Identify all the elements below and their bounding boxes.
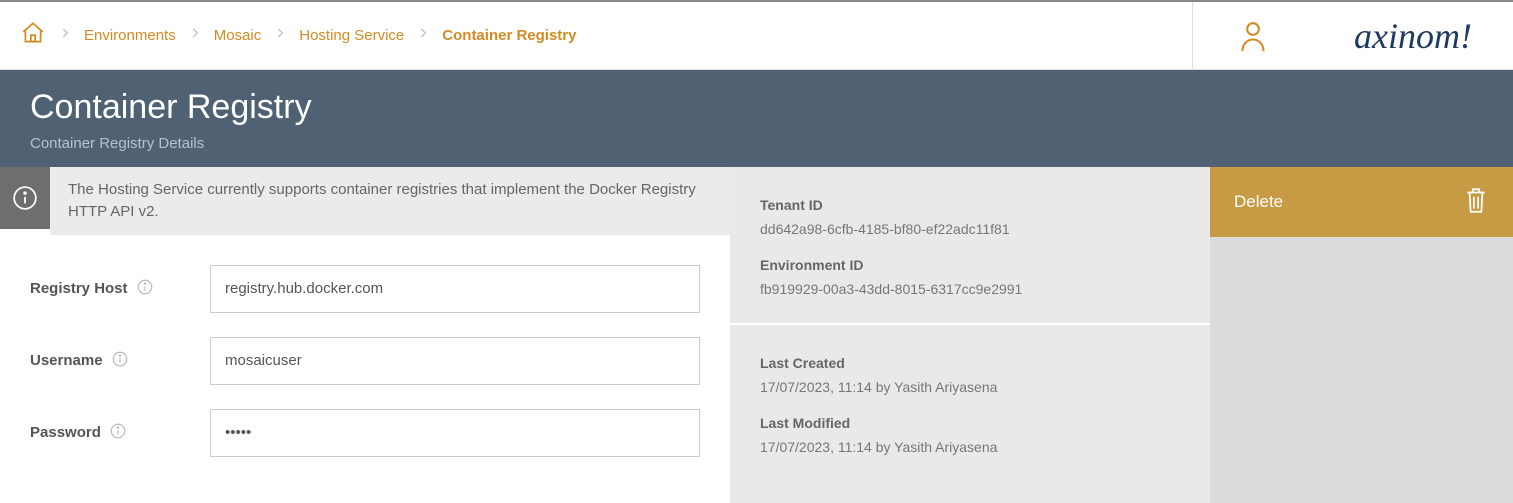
- form: Registry Host Username: [0, 235, 730, 481]
- breadcrumb-container-registry[interactable]: Container Registry: [442, 27, 576, 44]
- last-created-label: Last Created: [760, 355, 1180, 371]
- info-icon[interactable]: [109, 422, 127, 444]
- info-banner-text: The Hosting Service currently supports c…: [50, 167, 730, 235]
- info-icon[interactable]: [136, 278, 154, 300]
- row-username: Username: [30, 337, 700, 385]
- topbar-right: axinom!: [1192, 2, 1513, 69]
- last-modified-label: Last Modified: [760, 415, 1180, 431]
- trash-icon: [1463, 185, 1489, 220]
- info-icon: [0, 167, 50, 229]
- chevron-right-icon: [273, 26, 287, 45]
- chevron-right-icon: [188, 26, 202, 45]
- breadcrumb-mosaic[interactable]: Mosaic: [214, 27, 262, 44]
- environment-id-label: Environment ID: [760, 257, 1180, 273]
- username-input[interactable]: [210, 337, 700, 385]
- page-header: Container Registry Container Registry De…: [0, 70, 1513, 167]
- brand-text: axinom!: [1354, 15, 1472, 57]
- info-banner: The Hosting Service currently supports c…: [0, 167, 730, 235]
- registry-host-input[interactable]: [210, 265, 700, 313]
- delete-button[interactable]: Delete: [1210, 167, 1513, 237]
- breadcrumb-environments[interactable]: Environments: [84, 27, 176, 44]
- chevron-right-icon: [58, 26, 72, 45]
- metadata-panel: Tenant ID dd642a98-6cfb-4185-bf80-ef22ad…: [730, 167, 1210, 503]
- body: The Hosting Service currently supports c…: [0, 167, 1513, 503]
- environment-id-value: fb919929-00a3-43dd-8015-6317cc9e2991: [760, 281, 1180, 297]
- page-subtitle: Container Registry Details: [30, 135, 1483, 152]
- last-modified-value: 17/07/2023, 11:14 by Yasith Ariyasena: [760, 439, 1180, 455]
- tenant-id-label: Tenant ID: [760, 197, 1180, 213]
- info-icon[interactable]: [111, 350, 129, 372]
- meta-audit: Last Created 17/07/2023, 11:14 by Yasith…: [730, 323, 1210, 481]
- form-panel: The Hosting Service currently supports c…: [0, 167, 730, 503]
- breadcrumb: Environments Mosaic Hosting Service Cont…: [0, 2, 1192, 69]
- row-password: Password: [30, 409, 700, 457]
- home-icon[interactable]: [20, 20, 46, 51]
- label-password: Password: [30, 422, 210, 444]
- label-registry-host: Registry Host: [30, 278, 210, 300]
- page-title: Container Registry: [30, 88, 1483, 127]
- label-text: Password: [30, 424, 101, 441]
- last-created-value: 17/07/2023, 11:14 by Yasith Ariyasena: [760, 379, 1180, 395]
- brand-logo: axinom!: [1313, 15, 1513, 57]
- user-menu[interactable]: [1193, 19, 1313, 53]
- delete-label: Delete: [1234, 192, 1283, 212]
- label-text: Registry Host: [30, 280, 128, 297]
- chevron-right-icon: [416, 26, 430, 45]
- meta-ids: Tenant ID dd642a98-6cfb-4185-bf80-ef22ad…: [730, 167, 1210, 323]
- row-registry-host: Registry Host: [30, 265, 700, 313]
- password-input[interactable]: [210, 409, 700, 457]
- tenant-id-value: dd642a98-6cfb-4185-bf80-ef22adc11f81: [760, 221, 1180, 237]
- breadcrumb-hosting-service[interactable]: Hosting Service: [299, 27, 404, 44]
- actions-panel: Delete: [1210, 167, 1513, 503]
- label-text: Username: [30, 352, 103, 369]
- top-bar: Environments Mosaic Hosting Service Cont…: [0, 0, 1513, 70]
- label-username: Username: [30, 350, 210, 372]
